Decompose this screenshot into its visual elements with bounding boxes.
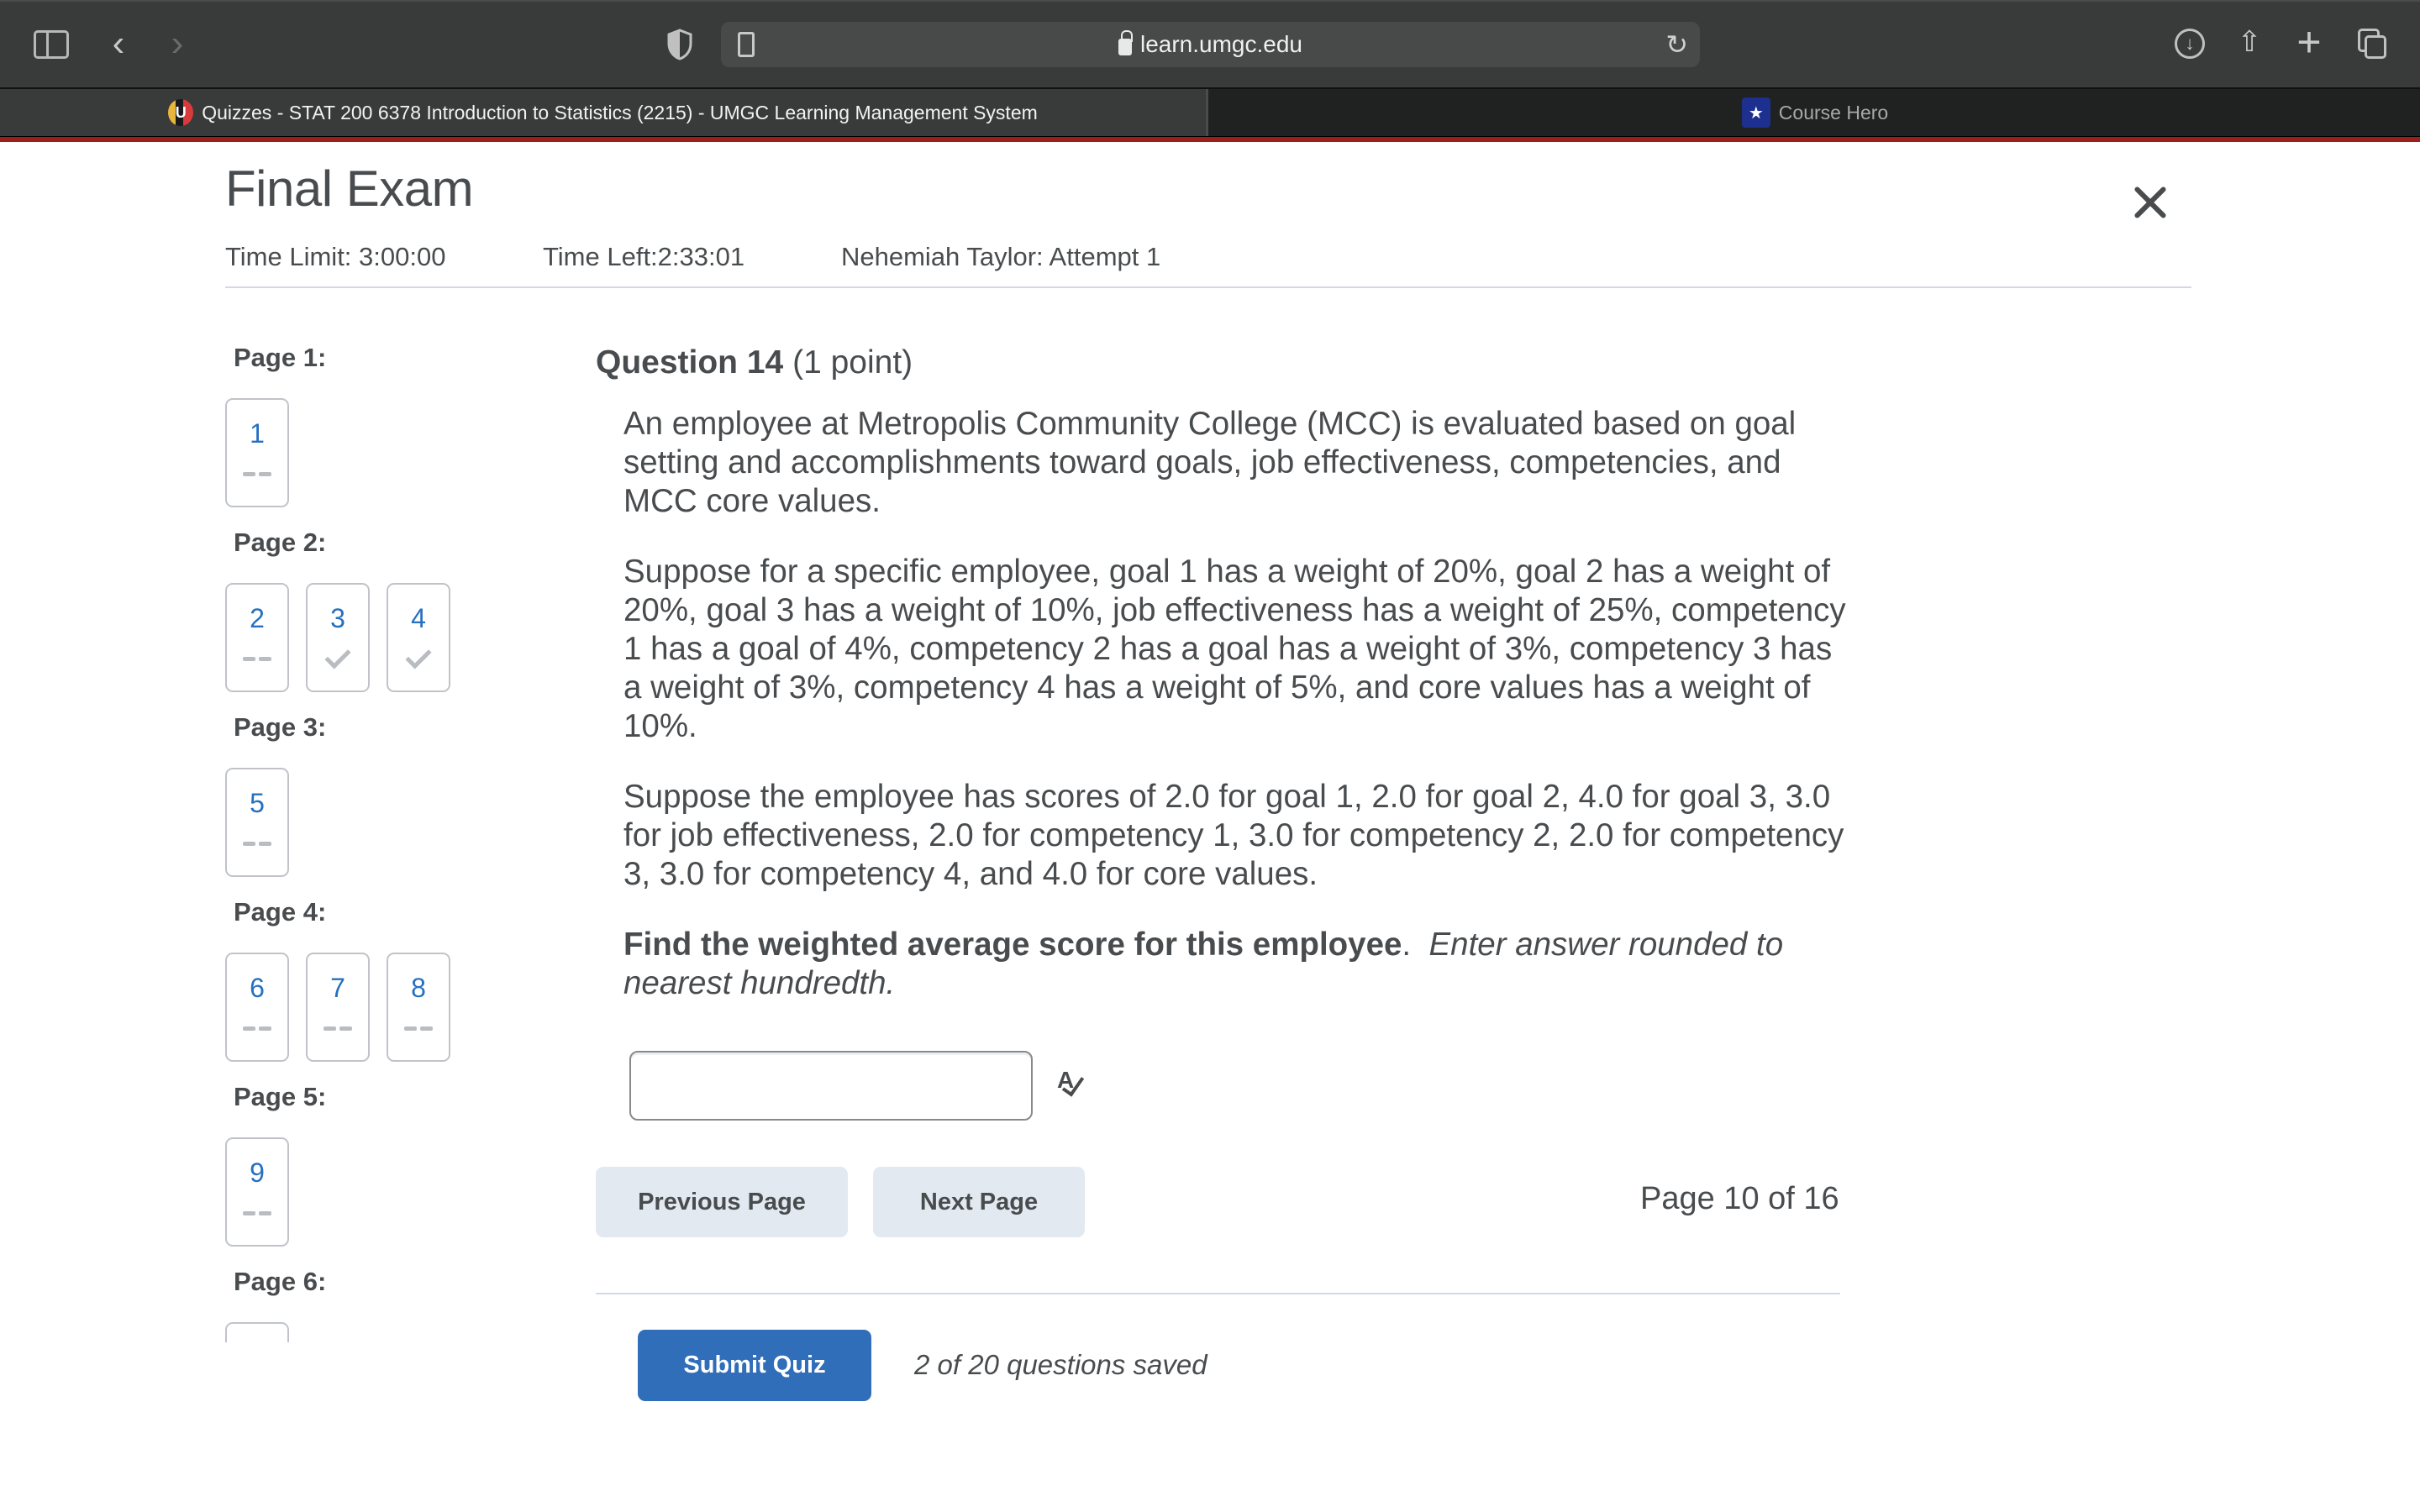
course-hero-icon: ★ — [1741, 97, 1770, 128]
prompt-bold: Find the weighted average score for this… — [623, 927, 1402, 963]
question-prompt: Find the weighted average score for this… — [623, 926, 1850, 1003]
question-number: Question 14 — [596, 344, 784, 381]
next-page-button[interactable]: Next Page — [873, 1167, 1085, 1237]
time-left: Time Left:2:33:01 — [543, 242, 745, 271]
saved-check-icon — [405, 643, 432, 669]
download-icon[interactable]: ↓ — [2175, 29, 2205, 59]
tab-bar: U Quizzes - STAT 200 6378 Introduction t… — [0, 87, 2420, 136]
question-tile[interactable]: 9 — [225, 1137, 289, 1247]
unanswered-dash-icon — [243, 833, 271, 853]
question-paragraph: An employee at Metropolis Community Coll… — [623, 406, 1797, 519]
unanswered-dash-icon — [243, 648, 271, 669]
page-indicator: Page 10 of 16 — [1640, 1181, 1839, 1216]
prompt-period: . — [1402, 927, 1412, 963]
unanswered-dash-icon — [243, 1203, 271, 1223]
question-tile[interactable]: 6 — [225, 953, 289, 1062]
tab-course-hero[interactable]: ★ Course Hero — [1210, 89, 2420, 136]
unanswered-dash-icon — [243, 1018, 271, 1038]
header-divider — [225, 286, 2191, 288]
page-group: Page 2: 2 3 4 — [225, 521, 511, 706]
forward-button[interactable]: › — [165, 23, 190, 64]
saved-check-icon — [324, 643, 351, 669]
question-tile[interactable]: 1 — [225, 398, 289, 507]
question-tile-number: 4 — [411, 603, 426, 633]
page-group: Page 3: 5 — [225, 706, 511, 890]
unanswered-dash-icon — [404, 1018, 433, 1038]
question-paragraph: Suppose the employee has scores of 2.0 f… — [623, 779, 1844, 892]
question-tile-number: 2 — [250, 603, 265, 633]
tab-overview-icon[interactable] — [2358, 29, 2388, 59]
spellcheck-icon[interactable]: A — [1055, 1067, 1092, 1104]
submit-quiz-button[interactable]: Submit Quiz — [638, 1330, 871, 1401]
question-tile-number: 3 — [330, 603, 345, 633]
tab-title: Course Hero — [1778, 101, 1889, 123]
brand-accent-bar — [0, 136, 2420, 142]
question-tile[interactable]: 2 — [225, 583, 289, 692]
question-tile[interactable]: 8 — [387, 953, 450, 1062]
footer-divider — [596, 1293, 1840, 1294]
reload-icon[interactable]: ↻ — [1665, 29, 1688, 60]
question-tile[interactable]: 3 — [306, 583, 370, 692]
url-text: learn.umgc.edu — [1139, 31, 1302, 57]
unanswered-dash-icon — [324, 1018, 352, 1038]
question-points: (1 point) — [792, 344, 913, 381]
page-label: Page 6: — [234, 1267, 327, 1296]
page-label: Page 1: — [234, 343, 327, 372]
page-group: Page 1: 1 — [225, 336, 511, 521]
saved-status: 2 of 20 questions saved — [914, 1349, 1207, 1380]
browser-toolbar: ‹ › learn.umgc.edu ↻ ↓ ⇧ + — [0, 0, 2420, 87]
question-tile-number: 7 — [330, 973, 345, 1003]
privacy-shield-icon[interactable] — [667, 29, 692, 60]
question-tile-number: 1 — [250, 418, 265, 449]
attempt-info: Nehemiah Taylor: Attempt 1 — [841, 242, 1161, 271]
page-group: Page 6: — [225, 1260, 511, 1342]
umgc-logo-icon: U — [168, 99, 194, 126]
tab-quizzes[interactable]: U Quizzes - STAT 200 6378 Introduction t… — [0, 89, 1208, 136]
question-paragraph: Suppose for a specific employee, goal 1 … — [623, 554, 1846, 744]
page-group: Page 4: 6 7 8 — [225, 890, 511, 1075]
answer-input[interactable] — [629, 1051, 1033, 1121]
question-navigator: Page 1: 1 Page 2: 2 3 4 Page 3: 5 Page 4: 6 7 8 Page… — [225, 336, 511, 1342]
page-label: Page 3: — [234, 712, 327, 742]
question-tile[interactable] — [225, 1322, 289, 1342]
page-group: Page 5: 9 — [225, 1075, 511, 1260]
page-title: Final Exam — [225, 160, 474, 217]
question-tile-number: 5 — [250, 788, 265, 818]
new-tab-icon[interactable]: + — [2294, 18, 2324, 66]
close-icon[interactable] — [2131, 183, 2170, 222]
question-tile-number: 9 — [250, 1158, 265, 1188]
question-tile[interactable]: 7 — [306, 953, 370, 1062]
question-tile[interactable]: 5 — [225, 768, 289, 877]
lock-icon — [1118, 30, 1133, 55]
question-title: Question 14 (1 point) — [596, 344, 913, 381]
question-tile-number: 8 — [411, 973, 426, 1003]
page-label: Page 2: — [234, 528, 327, 557]
time-limit: Time Limit: 3:00:00 — [225, 242, 446, 271]
address-bar[interactable]: learn.umgc.edu ↻ — [721, 22, 1700, 67]
question-tile-number: 6 — [250, 973, 265, 1003]
unanswered-dash-icon — [243, 464, 271, 484]
page-label: Page 5: — [234, 1082, 327, 1111]
sidebar-toggle-icon[interactable] — [34, 30, 69, 59]
back-button[interactable]: ‹ — [106, 23, 131, 64]
question-body: An employee at Metropolis Community Coll… — [623, 405, 1850, 1035]
share-icon[interactable]: ⇧ — [2237, 24, 2262, 60]
question-tile[interactable]: 4 — [387, 583, 450, 692]
page-label: Page 4: — [234, 897, 327, 927]
tab-title: Quizzes - STAT 200 6378 Introduction to … — [202, 101, 1038, 123]
previous-page-button[interactable]: Previous Page — [596, 1167, 848, 1237]
